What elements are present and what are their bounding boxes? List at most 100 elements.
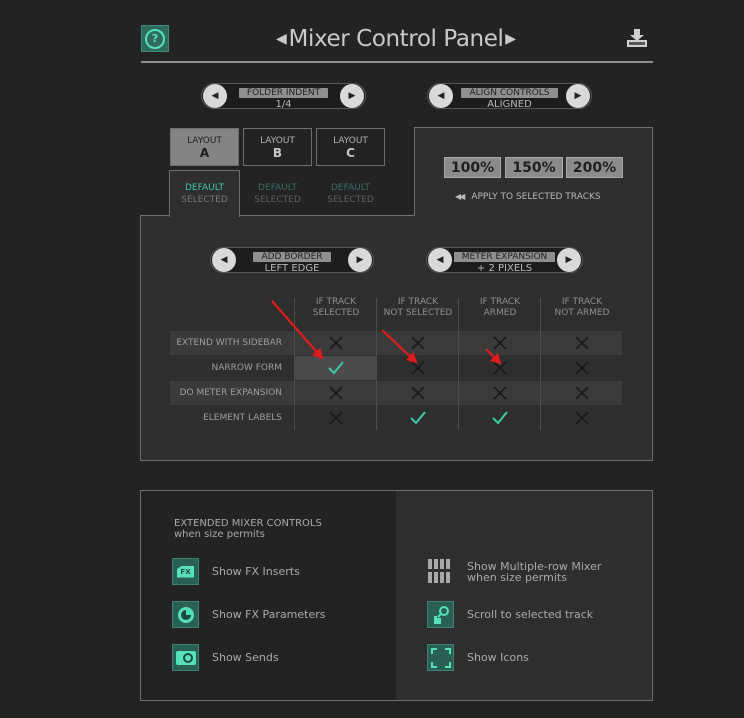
layout-a-tab[interactable]: LAYOUT A	[170, 128, 239, 166]
layout-b-letter: B	[272, 146, 283, 160]
check-icon	[492, 411, 508, 425]
folder-indent-stepper: ◀ FOLDER INDENT 1/4 ▶	[201, 83, 366, 110]
grid-cell-toggle[interactable]	[377, 381, 459, 405]
layout-c-selected-text: SELECTED	[327, 195, 374, 205]
scale-100-button[interactable]: 100%	[444, 157, 501, 178]
column-header-armed: IF TRACK ARMED	[459, 297, 541, 319]
add-border-prev-button[interactable]: ◀	[212, 248, 236, 272]
meter-expansion-next-button[interactable]: ▶	[557, 248, 581, 272]
x-icon	[493, 386, 507, 400]
check-icon	[410, 411, 426, 425]
add-border-next-button[interactable]: ▶	[348, 248, 372, 272]
show-sends-label[interactable]: Show Sends	[212, 652, 279, 663]
help-button[interactable]: ?	[141, 25, 169, 52]
grid-cell-toggle[interactable]	[377, 356, 459, 380]
grid-cell-toggle[interactable]	[295, 406, 377, 430]
fx-parameters-icon[interactable]	[172, 601, 199, 628]
sends-glyph	[175, 650, 196, 665]
align-controls-next-button[interactable]: ▶	[566, 84, 590, 108]
x-icon	[493, 361, 507, 375]
layout-a-letter: A	[199, 146, 210, 160]
column-header-line: IF TRACK	[479, 297, 521, 307]
layout-c-default-status[interactable]: DEFAULT SELECTED	[315, 182, 386, 206]
meter-expansion-prev-button[interactable]: ◀	[428, 248, 452, 272]
layout-a-default-text: DEFAULT	[185, 183, 224, 193]
meter-expansion-stepper: ◀ METER EXPANSION + 2 PIXELS ▶	[426, 247, 583, 274]
add-border-value: LEFT EDGE	[264, 263, 320, 274]
extended-controls-title: EXTENDED MIXER CONTROLS when size permit…	[174, 518, 322, 540]
grid-cell-toggle[interactable]	[541, 381, 623, 405]
fx-inserts-icon[interactable]: FX	[172, 558, 199, 585]
align-controls-value: ALIGNED	[487, 99, 532, 110]
column-header-line: IF TRACK	[397, 297, 439, 307]
grid-cell-toggle[interactable]	[459, 331, 541, 355]
grid-cell-toggle[interactable]	[541, 406, 623, 430]
extended-title-line2: when size permits	[174, 529, 265, 540]
add-border-stepper: ◀ ADD BORDER LEFT EDGE ▶	[210, 247, 374, 274]
x-icon	[411, 361, 425, 375]
grid-cell-toggle[interactable]	[377, 331, 459, 355]
x-icon	[493, 336, 507, 350]
show-icons-label[interactable]: Show Icons	[467, 652, 529, 663]
folder-indent-prev-button[interactable]: ◀	[203, 84, 227, 108]
scale-150-button[interactable]: 150%	[505, 157, 563, 178]
prev-panel-arrow-icon[interactable]: ◀	[276, 31, 287, 47]
x-icon	[575, 336, 589, 350]
fx-parameters-glyph	[177, 606, 194, 623]
grid-cell-toggle[interactable]	[459, 356, 541, 380]
x-icon	[329, 386, 343, 400]
row-label-narrow-form: NARROW FORM	[211, 363, 282, 373]
show-fx-inserts-label[interactable]: Show FX Inserts	[212, 566, 300, 577]
layout-c-default-text: DEFAULT	[331, 183, 370, 193]
x-icon	[575, 411, 589, 425]
column-header-not-armed: IF TRACK NOT ARMED	[541, 297, 623, 319]
header-divider	[141, 61, 653, 63]
row-label-do-meter-expansion: DO METER EXPANSION	[179, 388, 282, 398]
grid-cell-toggle[interactable]	[459, 381, 541, 405]
sends-icon[interactable]	[172, 644, 199, 671]
layout-b-default-text: DEFAULT	[258, 183, 297, 193]
scroll-to-track-icon[interactable]	[427, 601, 454, 628]
page-title: Mixer Control Panel	[288, 26, 504, 52]
check-icon	[328, 361, 344, 375]
layout-c-letter: C	[346, 146, 355, 160]
grid-cell-toggle[interactable]	[295, 381, 377, 405]
grid-cell-toggle[interactable]	[541, 331, 623, 355]
grid-cell-toggle[interactable]	[541, 356, 623, 380]
rewind-icon: ◀◀	[455, 192, 465, 201]
column-header-line: ARMED	[483, 308, 517, 318]
folder-indent-value: 1/4	[275, 99, 292, 110]
title-row: ◀ Mixer Control Panel ▶	[276, 22, 516, 56]
x-icon	[411, 386, 425, 400]
extended-title-line1: EXTENDED MIXER CONTROLS	[174, 518, 322, 529]
show-fx-parameters-label[interactable]: Show FX Parameters	[212, 609, 326, 620]
x-icon	[575, 386, 589, 400]
column-header-selected: IF TRACK SELECTED	[295, 297, 377, 319]
next-panel-arrow-icon[interactable]: ▶	[505, 31, 516, 47]
x-icon	[329, 336, 343, 350]
show-icons-icon[interactable]	[427, 644, 454, 671]
align-controls-prev-button[interactable]: ◀	[429, 84, 453, 108]
apply-to-selected-button[interactable]: ◀◀ APPLY TO SELECTED TRACKS	[455, 192, 601, 202]
multi-row-label-line2: when size permits	[467, 571, 567, 584]
row-label-element-labels: ELEMENT LABELS	[203, 413, 282, 423]
scale-200-button[interactable]: 200%	[566, 157, 623, 178]
question-icon: ?	[145, 28, 165, 49]
grid-cell-toggle[interactable]	[295, 356, 377, 380]
folder-indent-next-button[interactable]: ▶	[340, 84, 364, 108]
column-header-line: NOT ARMED	[554, 308, 610, 318]
grid-cell-toggle[interactable]	[295, 331, 377, 355]
download-icon[interactable]	[626, 28, 648, 48]
layout-b-tab[interactable]: LAYOUT B	[243, 128, 312, 166]
column-header-line: NOT SELECTED	[383, 308, 453, 318]
show-multi-row-mixer-label[interactable]: Show Multiple-row Mixer when size permit…	[467, 561, 601, 583]
scroll-to-track-glyph	[433, 605, 449, 624]
multi-row-icon[interactable]	[427, 558, 454, 585]
scroll-to-selected-track-label[interactable]: Scroll to selected track	[467, 609, 593, 620]
layout-c-tab[interactable]: LAYOUT C	[316, 128, 385, 166]
grid-cell-toggle[interactable]	[377, 406, 459, 430]
layout-a-default-status[interactable]: DEFAULT SELECTED	[169, 182, 240, 206]
row-label-extend-with-sidebar: EXTEND WITH SIDEBAR	[176, 338, 282, 348]
layout-b-default-status[interactable]: DEFAULT SELECTED	[242, 182, 313, 206]
grid-cell-toggle[interactable]	[459, 406, 541, 430]
